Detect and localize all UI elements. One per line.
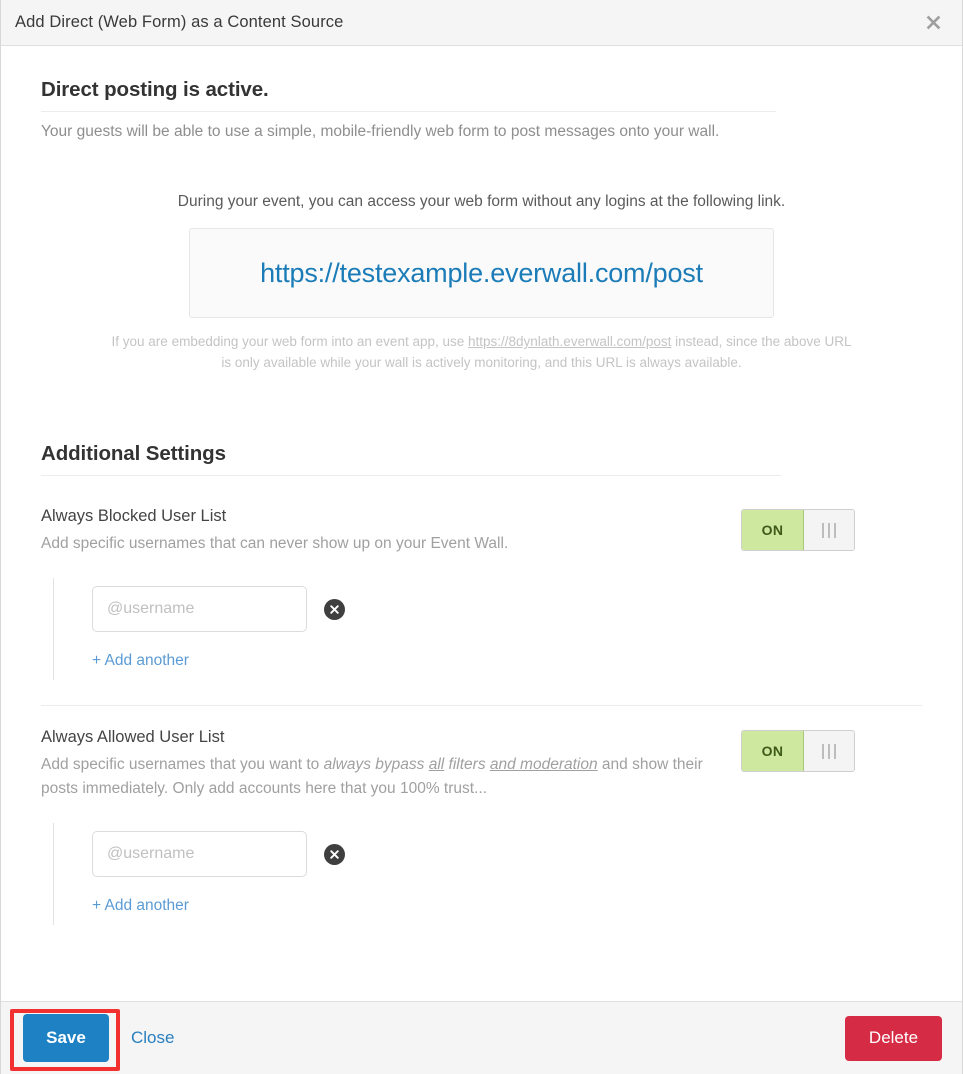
additional-settings-heading: Additional Settings [41, 442, 226, 466]
add-content-source-modal: Add Direct (Web Form) as a Content Sourc… [0, 0, 963, 1074]
allowed-desc-underline1: all [428, 756, 445, 774]
always-allowed-text: Always Allowed User List Add specific us… [41, 728, 741, 801]
modal-body: Direct posting is active. Your guests wi… [1, 46, 962, 1001]
delete-button[interactable]: Delete [845, 1015, 942, 1061]
embed-note-prefix: If you are embedding your web form into … [111, 334, 468, 350]
always-blocked-toggle[interactable]: ON [741, 509, 855, 552]
always-blocked-username-input[interactable] [92, 586, 307, 633]
web-form-url-link[interactable]: https://testexample.everwall.com/post [260, 258, 703, 289]
save-button[interactable]: Save [23, 1014, 109, 1062]
always-allowed-toggle-handle[interactable] [804, 731, 854, 772]
always-allowed-add-another-link[interactable]: + Add another [92, 897, 189, 915]
always-blocked-add-another-link[interactable]: + Add another [92, 652, 189, 670]
additional-settings-divider [41, 475, 781, 477]
close-button[interactable]: Close [131, 1028, 174, 1048]
remove-circle-icon[interactable] [324, 843, 345, 865]
grip-line [822, 743, 824, 759]
always-blocked-toggle-label: ON [742, 510, 804, 551]
always-allowed-toggle-label: ON [742, 731, 804, 772]
always-allowed-title: Always Allowed User List [41, 728, 225, 747]
always-blocked-setting: Always Blocked User List Add specific us… [41, 485, 922, 681]
remove-circle-icon[interactable] [324, 598, 345, 620]
always-allowed-header: Always Allowed User List Add specific us… [41, 706, 922, 801]
grip-line [834, 522, 836, 538]
page-title: Add Direct (Web Form) as a Content Sourc… [15, 13, 344, 31]
web-form-url-box[interactable]: https://testexample.everwall.com/post [189, 228, 774, 319]
grip-line [822, 522, 824, 538]
status-subtitle: Your guests will be able to use a simple… [41, 123, 720, 140]
always-blocked-toggle-handle[interactable] [804, 510, 854, 551]
allowed-desc-part1: Add specific usernames that you want to [41, 756, 324, 774]
embed-url-note: If you are embedding your web form into … [112, 332, 852, 374]
status-divider [41, 111, 776, 112]
embed-url-link[interactable]: https://8dynlath.everwall.com/post [468, 334, 671, 349]
always-blocked-header: Always Blocked User List Add specific us… [41, 485, 922, 556]
allowed-desc-italic2: filters [444, 756, 490, 774]
always-blocked-user-group: + Add another [53, 578, 922, 681]
modal-header: Add Direct (Web Form) as a Content Sourc… [1, 0, 962, 46]
always-blocked-text: Always Blocked User List Add specific us… [41, 507, 741, 556]
always-blocked-description: Add specific usernames that can never sh… [41, 535, 509, 553]
always-allowed-setting: Always Allowed User List Add specific us… [41, 706, 922, 926]
grip-line [834, 743, 836, 759]
grip-line [828, 522, 830, 538]
always-allowed-description: Add specific usernames that you want to … [41, 753, 741, 801]
grip-line [828, 743, 830, 759]
always-allowed-user-row [92, 831, 922, 878]
always-allowed-user-group: + Add another [53, 823, 922, 926]
always-allowed-username-input[interactable] [92, 831, 307, 878]
allowed-desc-italic1: always bypass [323, 756, 429, 774]
always-blocked-title: Always Blocked User List [41, 507, 227, 526]
additional-settings-section: Additional Settings Always Blocked User … [41, 442, 922, 926]
modal-footer: Save Close Delete [1, 1001, 962, 1074]
always-allowed-toggle[interactable]: ON [741, 730, 855, 773]
status-heading: Direct posting is active. [41, 78, 269, 101]
allowed-desc-underline2: and moderation [489, 756, 598, 774]
close-icon[interactable] [920, 10, 946, 36]
always-blocked-user-row [92, 586, 922, 633]
link-intro-text: During your event, you can access your w… [177, 193, 786, 211]
